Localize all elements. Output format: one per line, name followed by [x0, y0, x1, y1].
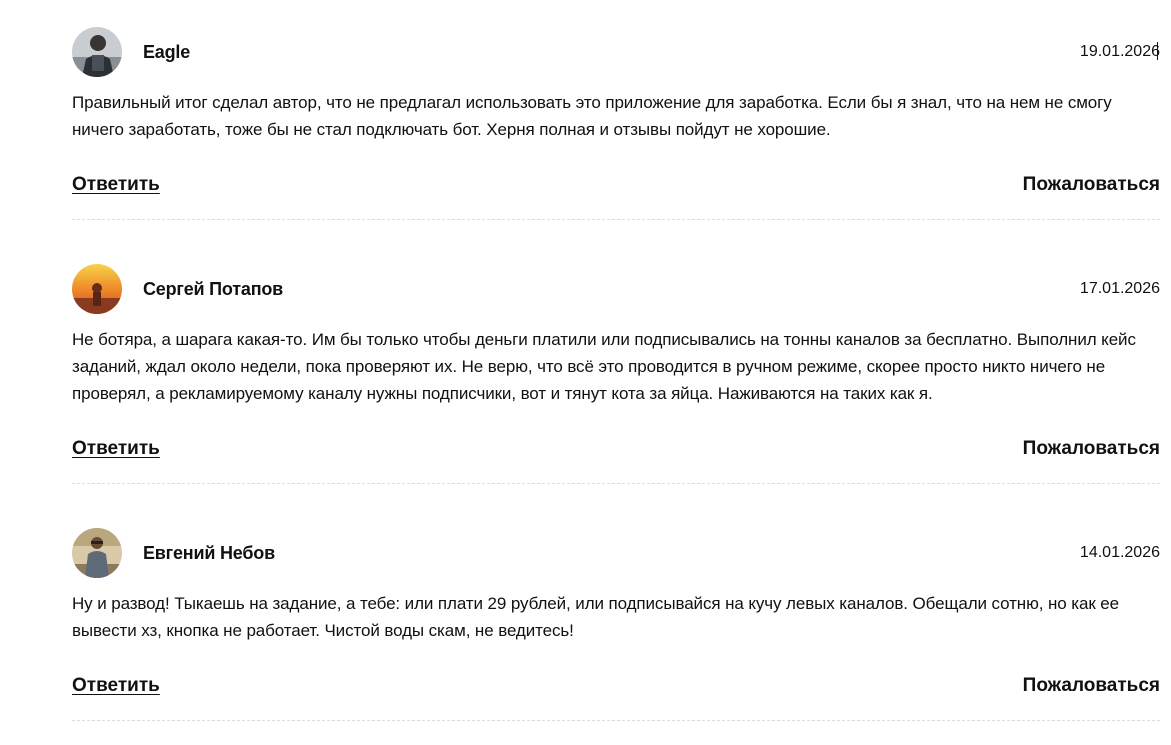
comment-actions: Ответить Пожаловаться	[72, 675, 1160, 705]
comment-author[interactable]: Eagle	[143, 42, 190, 63]
reply-link[interactable]: Ответить	[72, 438, 160, 460]
comment-actions: Ответить Пожаловаться	[72, 174, 1160, 204]
comment-item: Eagle 19.01.2026 Правильный итог сделал …	[72, 27, 1160, 204]
comment-item: Сергей Потапов 17.01.2026 Не ботяра, а ш…	[72, 264, 1160, 468]
comment-header: Eagle 19.01.2026	[72, 27, 1160, 79]
comment-header: Сергей Потапов 17.01.2026	[72, 264, 1160, 316]
user-avatar-icon[interactable]	[72, 264, 122, 314]
report-link[interactable]: Пожаловаться	[1023, 675, 1160, 697]
comment-text: Правильный итог сделал автор, что не пре…	[72, 93, 1112, 139]
comment-author[interactable]: Евгений Небов	[143, 543, 275, 564]
comment-text: Ну и развод! Тыкаешь на задание, а тебе:…	[72, 594, 1119, 640]
reply-link[interactable]: Ответить	[72, 174, 160, 196]
report-link[interactable]: Пожаловаться	[1023, 438, 1160, 460]
user-avatar-icon[interactable]	[72, 528, 122, 578]
report-link[interactable]: Пожаловаться	[1023, 174, 1160, 196]
comment-date: 19.01.2026	[1079, 43, 1160, 60]
comment-author[interactable]: Сергей Потапов	[143, 279, 283, 300]
reply-link[interactable]: Ответить	[72, 675, 160, 697]
comment-item: Евгений Небов 14.01.2026 Ну и развод! Ты…	[72, 528, 1160, 705]
comment-text: Не ботяра, а шарага какая-то. Им бы толь…	[72, 330, 1136, 403]
comment-header: Евгений Небов 14.01.2026	[72, 528, 1160, 580]
comment-date: 14.01.2026	[1079, 544, 1160, 561]
comments-list: Eagle 19.01.2026 Правильный итог сделал …	[0, 0, 1171, 745]
comment-date: 17.01.2026	[1079, 280, 1160, 297]
comment-divider	[72, 219, 1160, 220]
comment-divider	[72, 483, 1160, 484]
comment-actions: Ответить Пожаловаться	[72, 438, 1160, 468]
text-caret	[1157, 42, 1158, 60]
comment-divider	[72, 720, 1160, 721]
user-avatar-icon[interactable]	[72, 27, 122, 77]
